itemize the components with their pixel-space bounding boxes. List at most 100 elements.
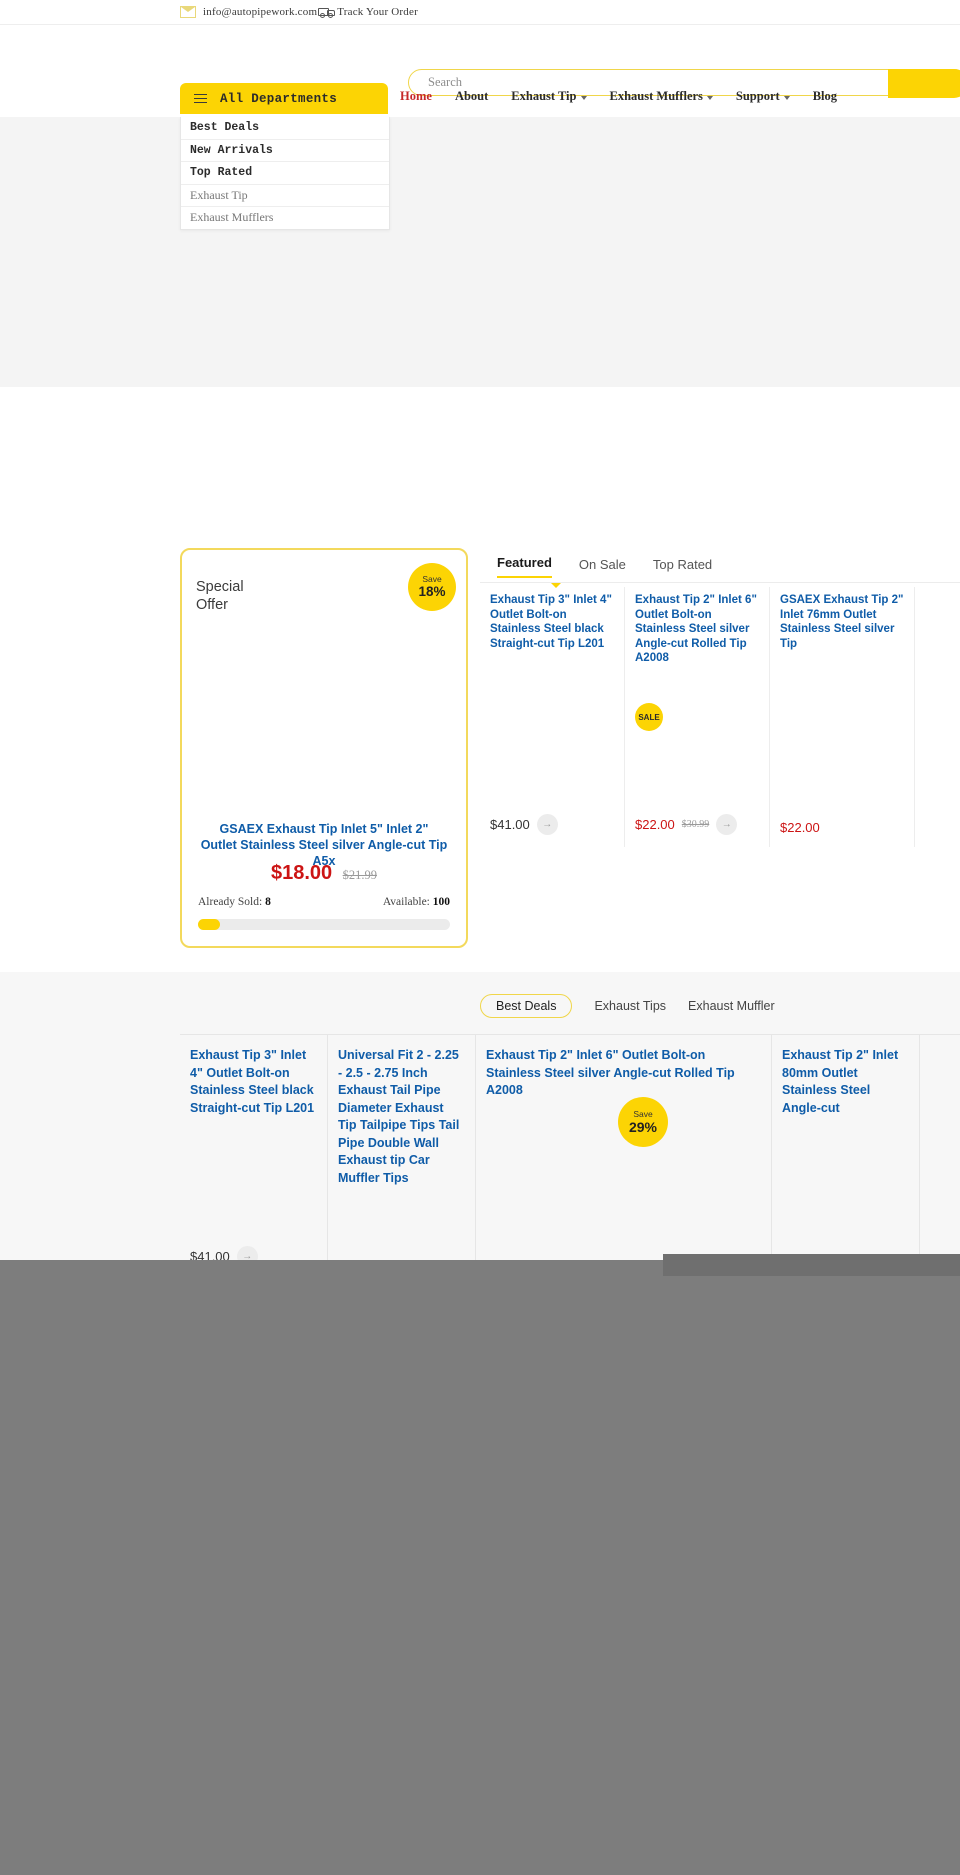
nav-item-blog[interactable]: Blog [813, 89, 837, 104]
product-price: $22.00 [635, 817, 675, 832]
hero-banner: Best Deals New Arrivals Top Rated Exhaus… [0, 117, 960, 387]
all-departments-button[interactable]: All Departments [180, 83, 388, 114]
product-title[interactable]: Exhaust Tip 2" Inlet 6" Outlet Bolt-on S… [486, 1047, 761, 1100]
all-departments-label: All Departments [220, 91, 338, 106]
add-to-cart-icon[interactable]: → [716, 814, 738, 835]
product-price: $41.00 [490, 817, 530, 832]
special-offer-heading: Special Offer [196, 578, 244, 614]
product-card[interactable]: Exhaust Tip 3" Inlet 4" Outlet Bolt-on S… [480, 587, 625, 847]
best-deals-grid: Exhaust Tip 3" Inlet 4" Outlet Bolt-on S… [180, 1035, 960, 1267]
special-offer-price-row: $18.00 $21.99 [182, 862, 466, 885]
available: Available: 100 [383, 896, 450, 908]
available-value: 100 [432, 896, 450, 908]
truck-icon [318, 7, 336, 18]
track-order-link[interactable]: Track Your Order [337, 6, 418, 18]
price-row: $41.00 → [490, 814, 558, 835]
chevron-down-icon [783, 95, 790, 100]
product-price: $22.00 [780, 820, 820, 835]
tab-top-rated[interactable]: Top Rated [653, 557, 712, 578]
nav-item-exhaust-mufflers[interactable]: Exhaust Mufflers [610, 89, 713, 104]
best-deal-card[interactable]: Universal Fit 2 - 2.25 - 2.5 - 2.75 Inch… [328, 1035, 476, 1265]
dept-label: Exhaust Mufflers [190, 210, 274, 225]
main-navigation: Home About Exhaust Tip Exhaust Mufflers … [400, 89, 837, 104]
special-offer-line1: Special [196, 579, 244, 595]
nav-label: Home [400, 89, 432, 103]
best-deals-section: Best Deals Exhaust Tips Exhaust Muffler … [0, 972, 960, 1302]
chevron-down-icon [580, 95, 587, 100]
product-old-price: $30.99 [681, 819, 710, 830]
save-percent: 18% [418, 584, 446, 599]
save-percent: 29% [628, 1118, 658, 1135]
product-title[interactable]: Universal Fit 2 - 2.25 - 2.5 - 2.75 Inch… [338, 1047, 465, 1187]
sold-value: 8 [265, 896, 271, 908]
old-price: $21.99 [342, 868, 377, 882]
main-nav-row: All Departments Home About Exhaust Tip E… [0, 83, 960, 117]
progress-fill [198, 919, 220, 930]
status-badge: SALE [635, 703, 663, 731]
stock-meta: Already Sold: 8 Available: 100 [198, 896, 450, 908]
featured-product-grid: Exhaust Tip 3" Inlet 4" Outlet Bolt-on S… [480, 587, 960, 847]
product-tabs: Featured On Sale Top Rated [497, 555, 712, 578]
special-offer-card[interactable]: Special Offer Save 18% GSAEX Exhaust Tip… [180, 548, 468, 948]
dept-item-new-arrivals[interactable]: New Arrivals [181, 140, 389, 162]
nav-label: Exhaust Tip [511, 89, 577, 103]
stock-progress-bar [198, 919, 450, 930]
nav-item-about[interactable]: About [455, 89, 488, 104]
product-title[interactable]: Exhaust Tip 2" Inlet 6" Outlet Bolt-on S… [635, 587, 759, 666]
nav-item-home[interactable]: Home [400, 89, 432, 104]
nav-label: Blog [812, 89, 837, 103]
already-sold: Already Sold: 8 [198, 896, 271, 908]
contact-email[interactable]: info@autopipework.com [203, 6, 317, 18]
nav-item-support[interactable]: Support [736, 89, 790, 104]
page-overlay [0, 1254, 960, 1875]
product-title[interactable]: Exhaust Tip 3" Inlet 4" Outlet Bolt-on S… [190, 1047, 317, 1117]
product-title[interactable]: GSAEX Exhaust Tip 2" Inlet 76mm Outlet S… [780, 587, 904, 651]
search-row [0, 25, 960, 98]
product-card[interactable]: Exhaust Tip 2" Inlet 6" Outlet Bolt-on S… [625, 587, 770, 847]
best-deals-tabs: Best Deals Exhaust Tips Exhaust Muffler [480, 994, 775, 1018]
tab-on-sale[interactable]: On Sale [579, 557, 626, 578]
tab-exhaust-tips[interactable]: Exhaust Tips [594, 999, 666, 1013]
chevron-down-icon [706, 95, 713, 100]
nav-label: Support [735, 89, 780, 103]
dept-item-exhaust-tip[interactable]: Exhaust Tip [181, 185, 389, 207]
nav-item-exhaust-tip[interactable]: Exhaust Tip [511, 89, 587, 104]
hamburger-icon [194, 93, 207, 104]
add-to-cart-icon[interactable]: → [536, 814, 558, 835]
sold-label: Already Sold: [198, 896, 263, 908]
departments-dropdown: Best Deals New Arrivals Top Rated Exhaus… [180, 117, 390, 230]
nav-label: About [454, 89, 489, 103]
tab-exhaust-muffler[interactable]: Exhaust Muffler [688, 999, 775, 1013]
available-label: Available: [382, 896, 430, 908]
tab-featured[interactable]: Featured [497, 555, 552, 578]
overlay-panel [663, 1254, 960, 1276]
special-offer-line2: Offer [196, 597, 228, 613]
price-row: $22.00 $30.99 → [635, 814, 738, 835]
tab-best-deals[interactable]: Best Deals [480, 994, 573, 1018]
top-utility-bar: info@autopipework.com Track Your Order [0, 0, 960, 25]
save-label: Save [422, 574, 442, 584]
dept-item-top-rated[interactable]: Top Rated [181, 162, 389, 185]
save-badge: Save 29% [618, 1097, 668, 1147]
deals-section: Special Offer Save 18% GSAEX Exhaust Tip… [0, 547, 960, 972]
best-deal-card[interactable]: Exhaust Tip 2" Inlet 80mm Outlet Stainle… [772, 1035, 920, 1265]
dept-label: Exhaust Tip [190, 187, 248, 202]
dept-item-exhaust-mufflers[interactable]: Exhaust Mufflers [181, 207, 389, 229]
save-badge: Save 18% [408, 563, 456, 611]
nav-label: Exhaust Mufflers [609, 89, 703, 103]
best-deal-card[interactable]: Exhaust Tip 3" Inlet 4" Outlet Bolt-on S… [180, 1035, 328, 1267]
product-title[interactable]: Exhaust Tip 3" Inlet 4" Outlet Bolt-on S… [490, 587, 614, 651]
current-price: $18.00 [271, 862, 333, 884]
product-title[interactable]: Exhaust Tip 2" Inlet 80mm Outlet Stainle… [782, 1047, 909, 1117]
price-row: $22.00 [780, 820, 820, 835]
storefront-page: info@autopipework.com Track Your Order A… [0, 0, 960, 1875]
save-label: Save [633, 1108, 653, 1119]
dept-label: New Arrivals [190, 143, 273, 157]
mail-icon [180, 6, 196, 18]
section-spacer [0, 387, 960, 547]
best-deal-card[interactable]: Exhaust Tip 2" Inlet 6" Outlet Bolt-on S… [476, 1035, 772, 1265]
dept-label: Best Deals [190, 121, 260, 135]
dept-item-best-deals[interactable]: Best Deals [181, 117, 389, 140]
dept-label: Top Rated [190, 166, 253, 180]
product-card[interactable]: GSAEX Exhaust Tip 2" Inlet 76mm Outlet S… [770, 587, 915, 847]
